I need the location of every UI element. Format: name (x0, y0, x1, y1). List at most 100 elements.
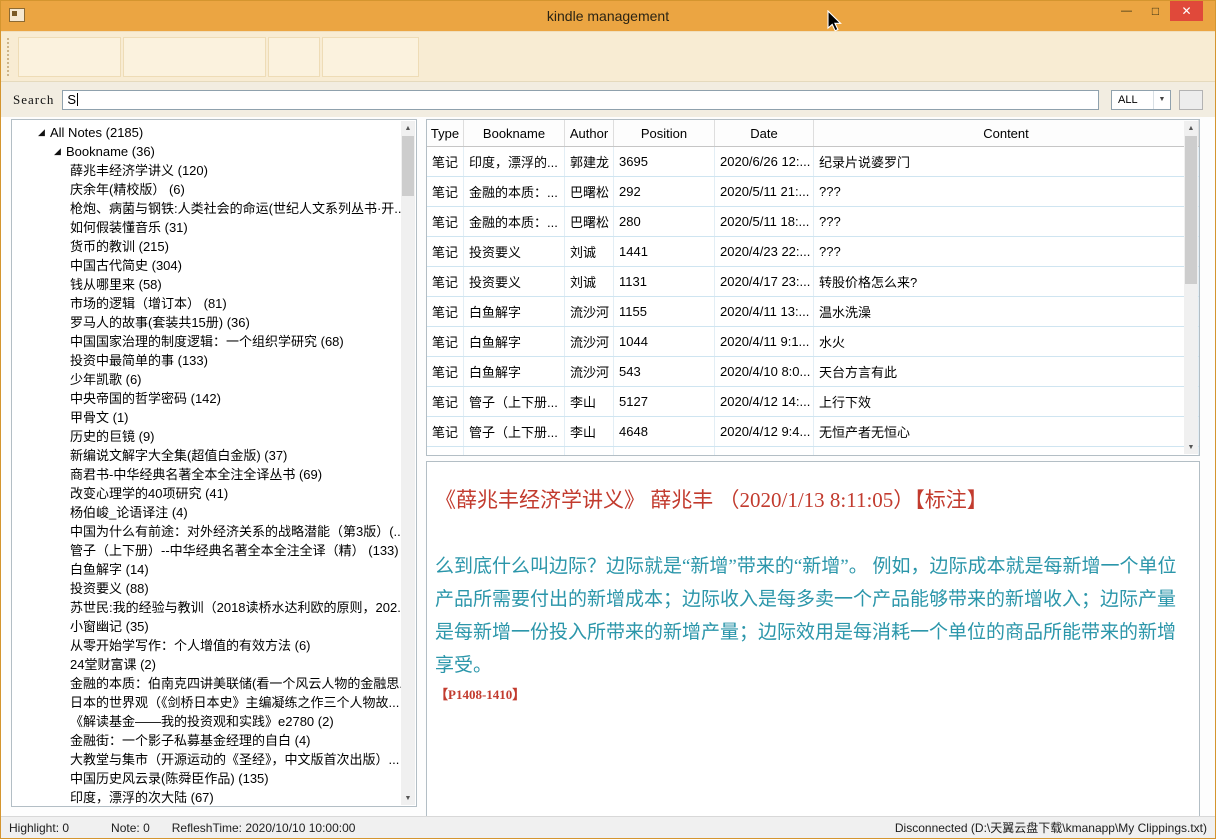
toolbar (1, 31, 1215, 81)
tree-item-book[interactable]: 商君书-中华经典名著全本全注全译丛书 (69) (12, 465, 401, 484)
column-header-author[interactable]: Author (565, 120, 614, 146)
table-row[interactable]: 笔记投资要义刘诚11312020/4/17 23:...转股价格怎么来? (427, 267, 1199, 297)
toolbar-button-2[interactable] (123, 37, 266, 77)
tree-item-book[interactable]: 中央帝国的哲学密码 (142) (12, 389, 401, 408)
tree-expander-icon[interactable]: ◢ (54, 142, 66, 161)
toolbar-button-3[interactable] (268, 37, 320, 77)
tree-item-book[interactable]: 新编说文解字大全集(超值白金版) (37) (12, 446, 401, 465)
cell-author: 巴曙松 (565, 207, 614, 236)
scroll-down-icon[interactable]: ▼ (1184, 440, 1198, 454)
toolbar-button-1[interactable] (18, 37, 121, 77)
table-row[interactable]: 笔记管子（上下册...李山45772020/4/12 9:...善气迎人 (427, 447, 1199, 456)
tree-item-book[interactable]: 杨伯峻_论语译注 (4) (12, 503, 401, 522)
cell-content: ??? (814, 177, 1199, 206)
table-row[interactable]: 笔记金融的本质：...巴曙松2922020/5/11 21:...??? (427, 177, 1199, 207)
tree-item-label: Bookname (36) (66, 142, 155, 161)
table-scrollbar[interactable]: ▲ ▼ (1184, 121, 1198, 454)
cell-position: 543 (614, 357, 715, 386)
tree-item-book[interactable]: 苏世民:我的经验与教训（2018读桥水达利欧的原则，202... (12, 598, 401, 617)
tree-item-book[interactable]: 如何假装懂音乐 (31) (12, 218, 401, 237)
cell-content: 无恒产者无恒心 (814, 417, 1199, 446)
cell-type: 笔记 (427, 237, 464, 266)
table-row[interactable]: 笔记投资要义刘诚14412020/4/23 22:...??? (427, 237, 1199, 267)
column-header-position[interactable]: Position (614, 120, 715, 146)
scrollbar-thumb[interactable] (1185, 136, 1197, 284)
tree-item-bookname-group[interactable]: ◢ Bookname (36) (12, 142, 401, 161)
table-row[interactable]: 笔记金融的本质：...巴曙松2802020/5/11 18:...??? (427, 207, 1199, 237)
tree-item-book[interactable]: 管子（上下册）--中华经典名著全本全注全译（精） (133) (12, 541, 401, 560)
tree-item-book[interactable]: 从零开始学写作：个人增值的有效方法 (6) (12, 636, 401, 655)
column-header-date[interactable]: Date (715, 120, 814, 146)
table-row[interactable]: 笔记管子（上下册...李山51272020/4/12 14:...上行下效 (427, 387, 1199, 417)
close-button[interactable]: ✕ (1170, 1, 1203, 21)
book-tree-panel: ◢ All Notes (2185) ◢ Bookname (36) 薛兆丰经济… (11, 119, 417, 807)
cell-position: 280 (614, 207, 715, 236)
tree-item-book[interactable]: 钱从哪里来 (58) (12, 275, 401, 294)
tree-item-book[interactable]: 24堂财富课 (2) (12, 655, 401, 674)
table-row[interactable]: 笔记白鱼解字流沙河11552020/4/11 13:...温水洗澡 (427, 297, 1199, 327)
toolbar-gripper[interactable] (7, 38, 13, 76)
notes-table-body: 笔记印度，漂浮的...郭建龙36952020/6/26 12:...纪录片说婆罗… (427, 147, 1199, 456)
tree-item-book[interactable]: 庆余年(精校版） (6) (12, 180, 401, 199)
tree-item-book[interactable]: 中国为什么有前途：对外经济关系的战略潜能（第3版）(... (12, 522, 401, 541)
tree-item-book[interactable]: 薛兆丰经济学讲义 (120) (12, 161, 401, 180)
tree-item-book[interactable]: 投资要义 (88) (12, 579, 401, 598)
maximize-button[interactable]: □ (1141, 1, 1170, 21)
column-header-content[interactable]: Content (814, 120, 1199, 146)
filter-dropdown[interactable]: ALL ▼ (1111, 90, 1171, 110)
tree-item-book[interactable]: 白鱼解字 (14) (12, 560, 401, 579)
tree-item-book[interactable]: 甲骨文 (1) (12, 408, 401, 427)
tree-item-book[interactable]: 中国古代简史 (304) (12, 256, 401, 275)
search-go-button[interactable] (1179, 90, 1203, 110)
tree-item-book[interactable]: 市场的逻辑（增订本） (81) (12, 294, 401, 313)
note-detail-panel: 《薛兆丰经济学讲义》 薛兆丰 （2020/1/13 8:11:05）【标注】 么… (426, 461, 1200, 817)
toolbar-button-4[interactable] (322, 37, 419, 77)
tree-item-book[interactable]: 罗马人的故事(套装共15册) (36) (12, 313, 401, 332)
search-input[interactable]: S (62, 90, 1099, 110)
tree-item-book[interactable]: 小窗幽记 (35) (12, 617, 401, 636)
title-bar[interactable]: kindle management — □ ✕ (1, 1, 1215, 31)
tree-item-book[interactable]: 金融的本质：伯南克四讲美联储(看一个风云人物的金融思... (12, 674, 401, 693)
cell-type: 笔记 (427, 297, 464, 326)
tree-item-book[interactable]: 日本的世界观（《剑桥日本史》主编凝练之作三个人物故... (12, 693, 401, 712)
tree-expander-icon[interactable]: ◢ (38, 123, 50, 142)
tree-item-book[interactable]: 投资中最简单的事 (133) (12, 351, 401, 370)
detail-body: 么到底什么叫边际？边际就是“新增”带来的“新增”。 例如，边际成本就是每新增一个… (435, 550, 1189, 682)
tree-item-book[interactable]: 印度，漂浮的次大陆 (67) (12, 788, 401, 806)
table-row[interactable]: 笔记管子（上下册...李山46482020/4/12 9:4...无恒产者无恒心 (427, 417, 1199, 447)
tree-item-all-notes[interactable]: ◢ All Notes (2185) (12, 123, 401, 142)
tree-item-book[interactable]: 改变心理学的40项研究 (41) (12, 484, 401, 503)
tree-item-book[interactable]: 少年凯歌 (6) (12, 370, 401, 389)
cell-author: 郭建龙 (565, 147, 614, 176)
tree-item-book[interactable]: 历史的巨镜 (9) (12, 427, 401, 446)
cell-type: 笔记 (427, 327, 464, 356)
tree-book-list: 薛兆丰经济学讲义 (120)庆余年(精校版） (6)枪炮、病菌与钢铁:人类社会的… (12, 161, 401, 806)
cell-content: 水火 (814, 327, 1199, 356)
window-controls: — □ ✕ (1112, 1, 1203, 21)
tree-item-book[interactable]: 枪炮、病菌与钢铁:人类社会的命运(世纪人文系列丛书·开... (12, 199, 401, 218)
minimize-button[interactable]: — (1112, 1, 1141, 21)
cell-content: 天台方言有此 (814, 357, 1199, 386)
scroll-down-icon[interactable]: ▼ (401, 791, 415, 805)
tree-item-book[interactable]: 《解读基金——我的投资观和实践》e2780 (2) (12, 712, 401, 731)
vertical-splitter[interactable] (417, 119, 426, 807)
tree-scrollbar[interactable]: ▲ ▼ (401, 121, 415, 805)
scrollbar-thumb[interactable] (402, 136, 414, 196)
column-header-type[interactable]: Type (427, 120, 464, 146)
cell-bookname: 投资要义 (464, 267, 565, 296)
status-bar: Highlight: 0 Note: 0 RefleshTime: 2020/1… (1, 816, 1215, 838)
scroll-up-icon[interactable]: ▲ (1184, 121, 1198, 135)
table-row[interactable]: 笔记白鱼解字流沙河5432020/4/10 8:0...天台方言有此 (427, 357, 1199, 387)
cell-position: 5127 (614, 387, 715, 416)
table-row[interactable]: 笔记白鱼解字流沙河10442020/4/11 9:1...水火 (427, 327, 1199, 357)
column-header-bookname[interactable]: Bookname (464, 120, 565, 146)
tree-item-book[interactable]: 中国国家治理的制度逻辑：一个组织学研究 (68) (12, 332, 401, 351)
table-row[interactable]: 笔记印度，漂浮的...郭建龙36952020/6/26 12:...纪录片说婆罗… (427, 147, 1199, 177)
cell-bookname: 白鱼解字 (464, 357, 565, 386)
scroll-up-icon[interactable]: ▲ (401, 121, 415, 135)
tree-item-book[interactable]: 金融街：一个影子私募基金经理的自白 (4) (12, 731, 401, 750)
cell-type: 笔记 (427, 447, 464, 456)
tree-item-book[interactable]: 中国历史风云录(陈舜臣作品) (135) (12, 769, 401, 788)
tree-item-book[interactable]: 大教堂与集市（开源运动的《圣经》，中文版首次出版）... (12, 750, 401, 769)
tree-item-book[interactable]: 货币的教训 (215) (12, 237, 401, 256)
